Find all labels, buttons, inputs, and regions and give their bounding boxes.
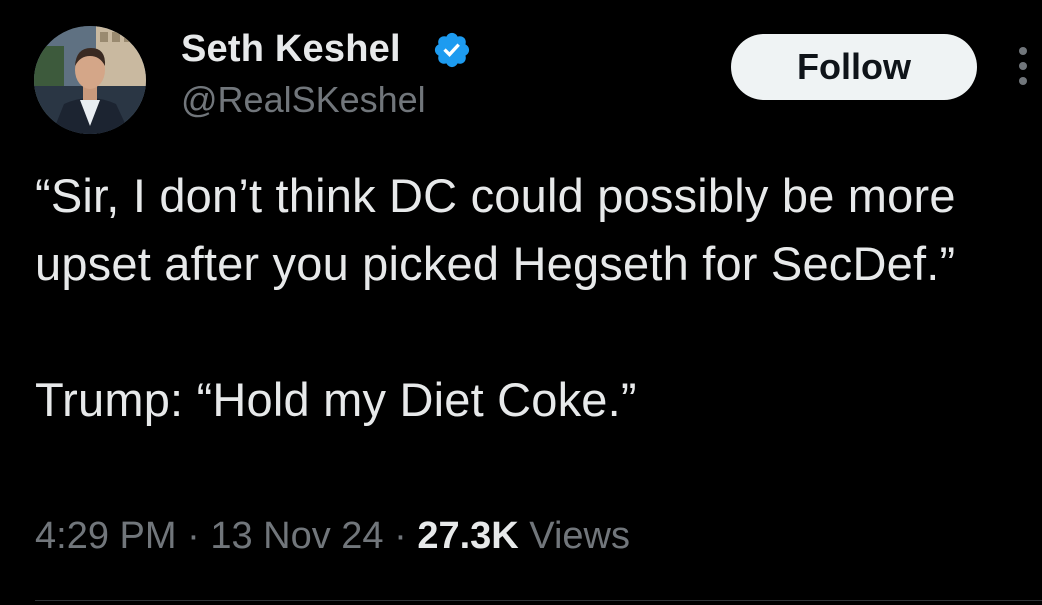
follow-button[interactable]: Follow [731,34,977,100]
verified-badge-icon [434,32,470,68]
divider [35,600,1042,601]
views-count: 27.3K [417,515,519,557]
tweet-text: “Sir, I don’t think DC could possibly be… [35,169,956,426]
author-handle[interactable]: @RealSKeshel [181,79,426,121]
tweet-meta: 4:29 PM · 13 Nov 24 · 27.3K Views [35,515,630,558]
author-display-name[interactable]: Seth Keshel [181,28,401,71]
tweet-time[interactable]: 4:29 PM [35,515,177,557]
tweet: Seth Keshel @RealSKeshel Follow “Sir, I … [0,0,1042,605]
meta-separator: · [394,515,407,557]
more-options-button[interactable] [1010,44,1036,90]
meta-separator: · [187,515,200,557]
tweet-date[interactable]: 13 Nov 24 [210,515,383,557]
avatar[interactable] [34,26,146,134]
more-vertical-icon [1019,47,1027,85]
views-label: Views [529,515,630,557]
